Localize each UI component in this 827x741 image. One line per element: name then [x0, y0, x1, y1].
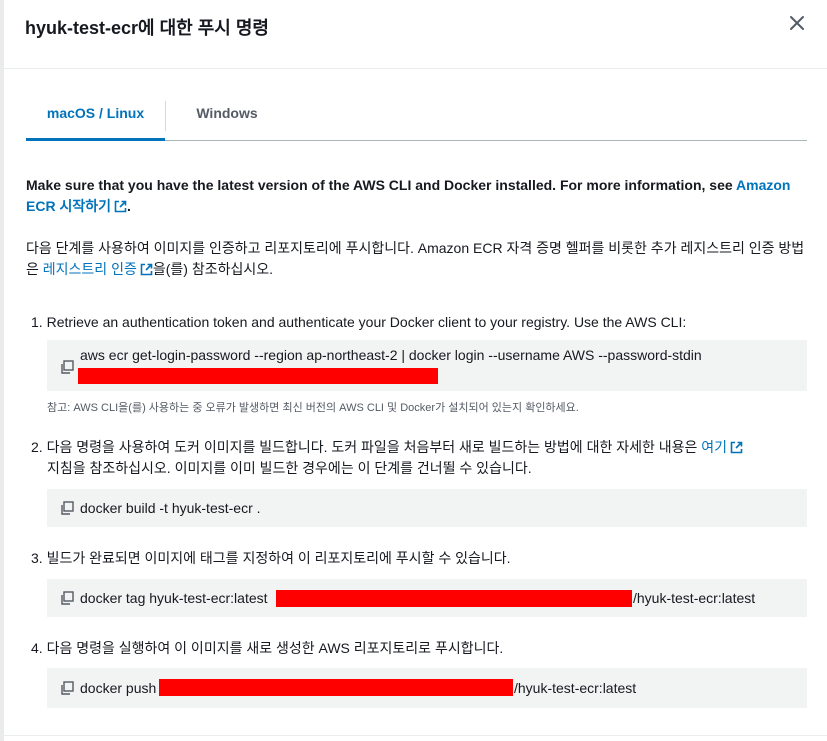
modal-title: hyuk-test-ecr에 대한 푸시 명령 [25, 18, 269, 38]
external-link-icon[interactable] [114, 200, 127, 213]
modal-header: hyuk-test-ecr에 대한 푸시 명령 [4, 0, 827, 69]
intro-body: Make sure that you have the latest versi… [26, 177, 737, 193]
build-command[interactable]: docker build -t hyuk-test-ecr . [80, 498, 261, 518]
external-link-icon[interactable] [140, 263, 153, 276]
os-tabs: macOS / Linux Windows [26, 92, 807, 141]
copy-icon[interactable] [60, 501, 74, 515]
tab-divider [165, 101, 166, 131]
copy-icon[interactable] [60, 591, 74, 605]
tab-macos-linux[interactable]: macOS / Linux [26, 92, 165, 141]
push-commands-modal: hyuk-test-ecr에 대한 푸시 명령 macOS / Linux Wi… [0, 0, 827, 741]
code-block-tag: docker tag hyuk-test-ecr:latest /hyuk-te… [47, 579, 807, 617]
step-text-continued: 지침을 참조하십시오. 이미지를 이미 빌드한 경우에는 이 단계를 건너뛸 수… [47, 460, 532, 476]
push-command-prefix[interactable]: docker push [80, 678, 156, 698]
close-icon[interactable] [786, 12, 808, 34]
code-block-build: docker build -t hyuk-test-ecr . [47, 489, 807, 527]
modal-divider [4, 735, 827, 736]
step-1: 1. Retrieve an authentication token and … [31, 312, 806, 333]
intro-suffix: . [126, 198, 131, 214]
step-number: 3. [31, 550, 43, 566]
auth-note-suffix: 을(를) 참조하십시오. [152, 261, 273, 277]
step-3: 3. 빌드가 완료되면 이미지에 태그를 지정하여 이 리포지토리에 푸시할 수… [31, 548, 806, 569]
here-link[interactable]: 여기 [701, 439, 727, 455]
redacted-registry [276, 590, 632, 607]
cli-hint: 참고: AWS CLI을(를) 사용하는 중 오류가 발생하면 최신 버전의 A… [47, 402, 579, 414]
step-text: 빌드가 완료되면 이미지에 태그를 지정하여 이 리포지토리에 푸시할 수 있습… [46, 550, 511, 566]
code-block-login: aws ecr get-login-password --region ap-n… [47, 340, 807, 391]
step-number: 2. [31, 439, 43, 455]
auth-note: 다음 단계를 사용하여 이미지를 인증하고 리포지토리에 푸시합니다. Amaz… [26, 238, 806, 280]
intro-text: Make sure that you have the latest versi… [26, 175, 806, 217]
tag-command-suffix[interactable]: /hyuk-test-ecr:latest [633, 588, 755, 608]
login-command[interactable]: aws ecr get-login-password --region ap-n… [80, 345, 702, 365]
tab-windows[interactable]: Windows [186, 92, 268, 140]
step-text: Retrieve an authentication token and aut… [46, 314, 687, 330]
step-number: 1. [31, 314, 43, 330]
registry-auth-link[interactable]: 레지스트리 인증 [43, 261, 137, 277]
code-block-push: docker push /hyuk-test-ecr:latest [47, 668, 807, 708]
step-4: 4. 다음 명령을 실행하여 이 이미지를 새로 생성한 AWS 리포지토리로 … [31, 638, 806, 659]
copy-icon[interactable] [60, 360, 74, 374]
step-2: 2. 다음 명령을 사용하여 도커 이미지를 빌드합니다. 도커 파일을 처음부… [31, 437, 806, 479]
step-text: 다음 명령을 실행하여 이 이미지를 새로 생성한 AWS 리포지토리로 푸시합… [46, 640, 504, 656]
step-number: 4. [31, 640, 43, 656]
copy-icon[interactable] [60, 681, 74, 695]
step-text: 다음 명령을 사용하여 도커 이미지를 빌드합니다. 도커 파일을 처음부터 새… [46, 439, 702, 455]
push-command-suffix[interactable]: /hyuk-test-ecr:latest [514, 678, 636, 698]
redacted-registry [78, 368, 438, 384]
tag-command-prefix[interactable]: docker tag hyuk-test-ecr:latest [80, 588, 268, 608]
external-link-icon[interactable] [730, 441, 743, 454]
redacted-registry [159, 679, 513, 696]
